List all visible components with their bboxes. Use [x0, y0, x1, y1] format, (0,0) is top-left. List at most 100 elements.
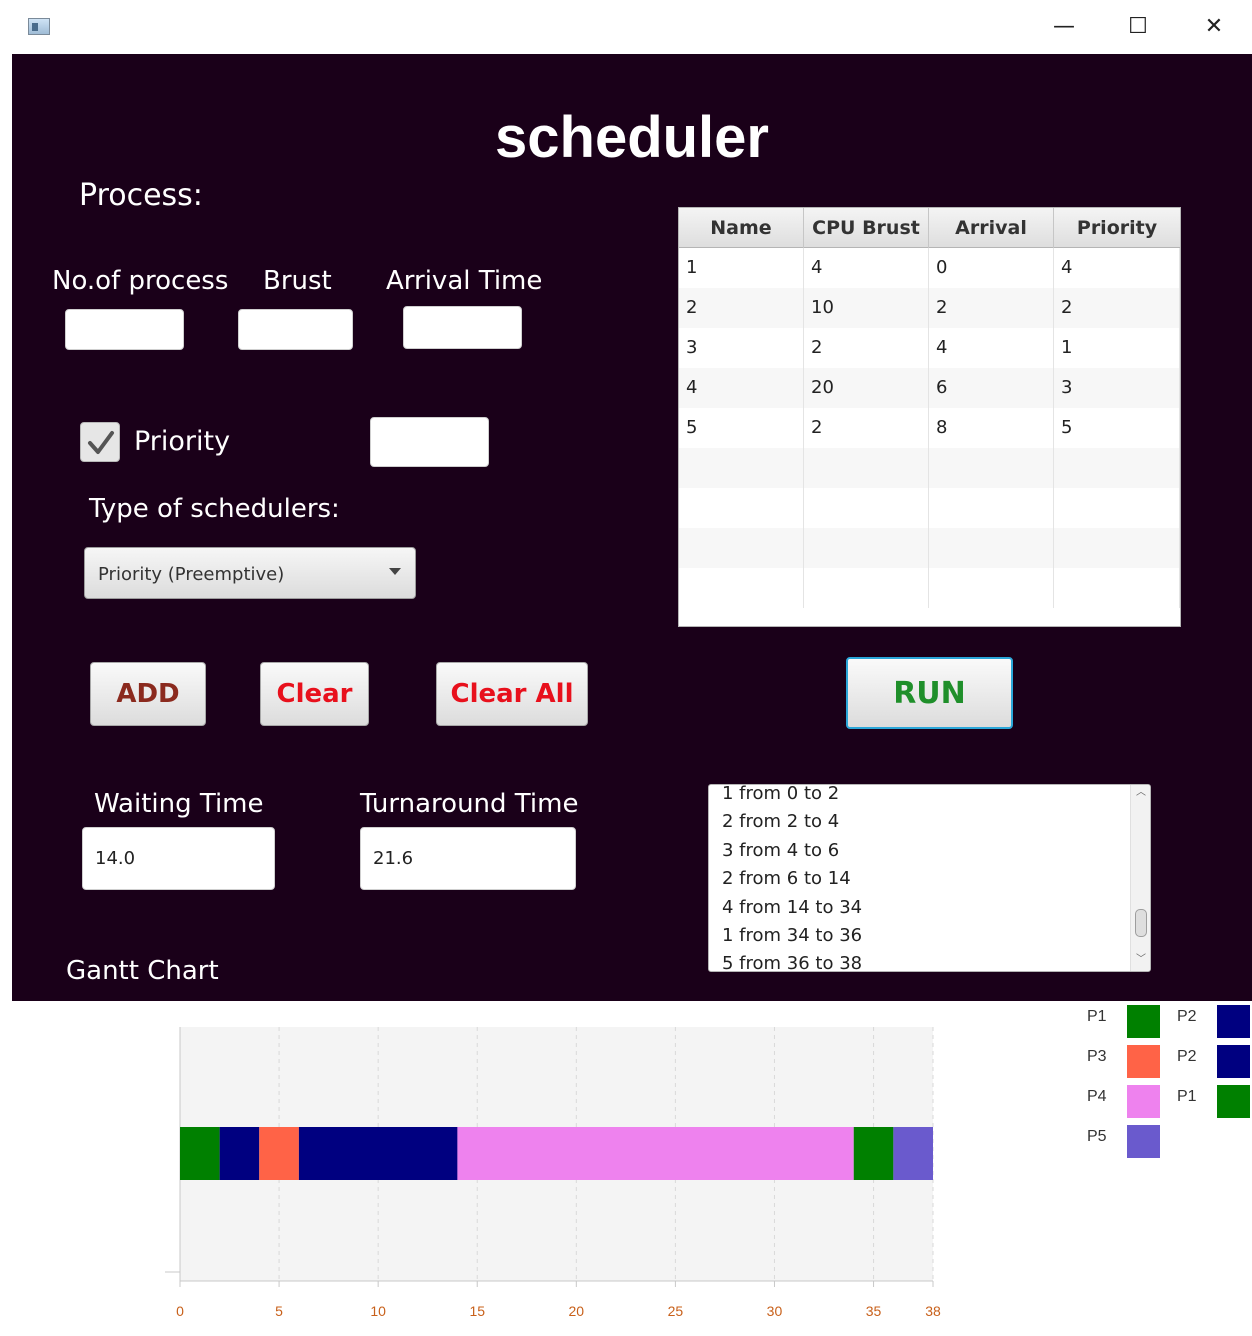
table-row[interactable]	[679, 448, 1180, 488]
table-row[interactable]: 1404	[679, 248, 1180, 288]
table-cell: 20	[804, 368, 929, 408]
scheduler-type-label: Type of schedulers:	[89, 494, 340, 524]
process-label: Process:	[79, 178, 203, 213]
x-tick-label: 0	[176, 1303, 184, 1319]
x-tick-label: 20	[569, 1303, 585, 1319]
table-row[interactable]	[679, 528, 1180, 568]
table-row[interactable]: 2 10 2 2	[679, 288, 1180, 328]
minimize-button[interactable]: —	[1044, 10, 1084, 44]
table-cell	[1054, 488, 1180, 528]
log-line: 3 from 4 to 6	[722, 839, 840, 861]
log-line: 1 from 0 to 2	[722, 784, 840, 804]
column-header-name[interactable]: Name	[679, 208, 804, 248]
gantt-bar-p5	[893, 1127, 933, 1180]
table-cell: 2	[1054, 288, 1180, 328]
clear-all-button[interactable]: Clear All	[436, 662, 588, 726]
legend-label: P1	[1087, 1008, 1107, 1025]
no-of-process-input[interactable]	[65, 309, 184, 350]
table-row[interactable]	[679, 568, 1180, 608]
table-cell	[929, 568, 1054, 608]
table-cell	[804, 488, 929, 528]
table-cell	[1054, 528, 1180, 568]
gantt-bar-p2	[219, 1127, 260, 1180]
x-tick-label: 35	[866, 1303, 882, 1319]
priority-input[interactable]	[370, 417, 489, 467]
legend-label: P2	[1177, 1008, 1197, 1025]
schedule-log-textarea[interactable]: 1 from 0 to 2 2 from 2 to 4 3 from 4 to 6 2…	[708, 784, 1151, 972]
run-button[interactable]: RUN	[846, 657, 1013, 729]
legend-label: P2	[1177, 1048, 1197, 1065]
table-cell	[1054, 568, 1180, 608]
chevron-down-icon	[389, 568, 401, 575]
add-button[interactable]: ADD	[90, 662, 206, 726]
window-left-edge	[0, 0, 12, 1332]
legend-label: P3	[1087, 1048, 1107, 1065]
waiting-time-label: Waiting Time	[94, 789, 264, 819]
table-cell: 2	[679, 288, 804, 328]
column-header-priority[interactable]: Priority	[1054, 208, 1180, 248]
legend-swatch	[1217, 1045, 1250, 1078]
no-of-process-label: No.of process	[52, 266, 229, 296]
legend-label: P1	[1177, 1088, 1197, 1105]
app-window-icon	[28, 18, 50, 35]
x-tick-label: 10	[370, 1303, 386, 1319]
gantt-bar-p3	[259, 1127, 299, 1180]
table-cell: 0	[929, 248, 1054, 288]
gantt-chart-label: Gantt Chart	[66, 956, 219, 986]
table-cell: 2	[804, 328, 929, 368]
table-cell: 4	[679, 368, 804, 408]
table-cell	[929, 488, 1054, 528]
x-tick-label: 38	[925, 1303, 941, 1319]
maximize-button[interactable]: ☐	[1118, 10, 1158, 44]
scroll-down-icon[interactable]: ﹀	[1136, 955, 1146, 965]
legend-swatch	[1217, 1005, 1250, 1038]
gantt-chart-svg: 0 5 10 15 20 25 30 35 38	[165, 1027, 941, 1319]
gantt-chart: 0 5 10 15 20 25 30 35 38 P1 P2 P3 P2 P4 P1 P5	[12, 1001, 1252, 1332]
x-tick-label: 15	[469, 1303, 485, 1319]
legend-swatch	[1127, 1005, 1160, 1038]
turnaround-time-label: Turnaround Time	[360, 789, 579, 819]
scrollbar-thumb[interactable]	[1135, 909, 1147, 937]
table-cell	[679, 488, 804, 528]
scheduler-type-select[interactable]: Priority (Preemptive)	[84, 547, 416, 599]
table-cell: 4	[804, 248, 929, 288]
table-cell: 6	[929, 368, 1054, 408]
scroll-up-icon[interactable]: ︿	[1136, 788, 1146, 798]
arrival-time-input[interactable]	[403, 306, 522, 349]
gantt-bar-p1	[853, 1127, 894, 1180]
table-row[interactable]	[679, 488, 1180, 528]
clear-button[interactable]: Clear	[260, 662, 369, 726]
column-header-cpu-brust[interactable]: CPU Brust	[804, 208, 929, 248]
table-cell: 5	[679, 408, 804, 448]
turnaround-time-field[interactable]: 21.6	[360, 827, 576, 890]
priority-checkbox[interactable]	[80, 422, 120, 462]
waiting-time-field[interactable]: 14.0	[82, 827, 275, 890]
legend-label: P4	[1087, 1088, 1107, 1105]
table-cell: 3	[679, 328, 804, 368]
table-cell: 2	[929, 288, 1054, 328]
table-cell: 1	[679, 248, 804, 288]
priority-label: Priority	[134, 426, 231, 457]
table-cell: 10	[804, 288, 929, 328]
legend-swatch	[1217, 1085, 1250, 1118]
checkmark-icon	[88, 431, 114, 454]
table-row[interactable]: 3241	[679, 328, 1180, 368]
table-cell	[679, 568, 804, 608]
x-tick-label: 5	[275, 1303, 283, 1319]
table-cell	[804, 448, 929, 488]
close-button[interactable]: ✕	[1194, 10, 1234, 44]
gantt-bar-p4	[457, 1127, 854, 1180]
brust-label: Brust	[263, 266, 332, 296]
window-titlebar: — ☐ ✕	[0, 0, 1252, 54]
table-row[interactable]: 4 20 6 3	[679, 368, 1180, 408]
log-scrollbar[interactable]: ︿ ﹀	[1130, 785, 1150, 971]
column-header-arrival-time[interactable]: Arrival Time	[929, 208, 1054, 279]
process-table[interactable]: Name CPU Brust Arrival Time Priority 140…	[678, 207, 1181, 627]
table-cell	[929, 448, 1054, 488]
table-row[interactable]: 5285	[679, 408, 1180, 448]
table-cell	[1054, 448, 1180, 488]
x-tick-label: 25	[668, 1303, 684, 1319]
log-line: 2 from 6 to 14	[722, 868, 851, 890]
table-cell: 2	[804, 408, 929, 448]
brust-input[interactable]	[238, 309, 353, 350]
